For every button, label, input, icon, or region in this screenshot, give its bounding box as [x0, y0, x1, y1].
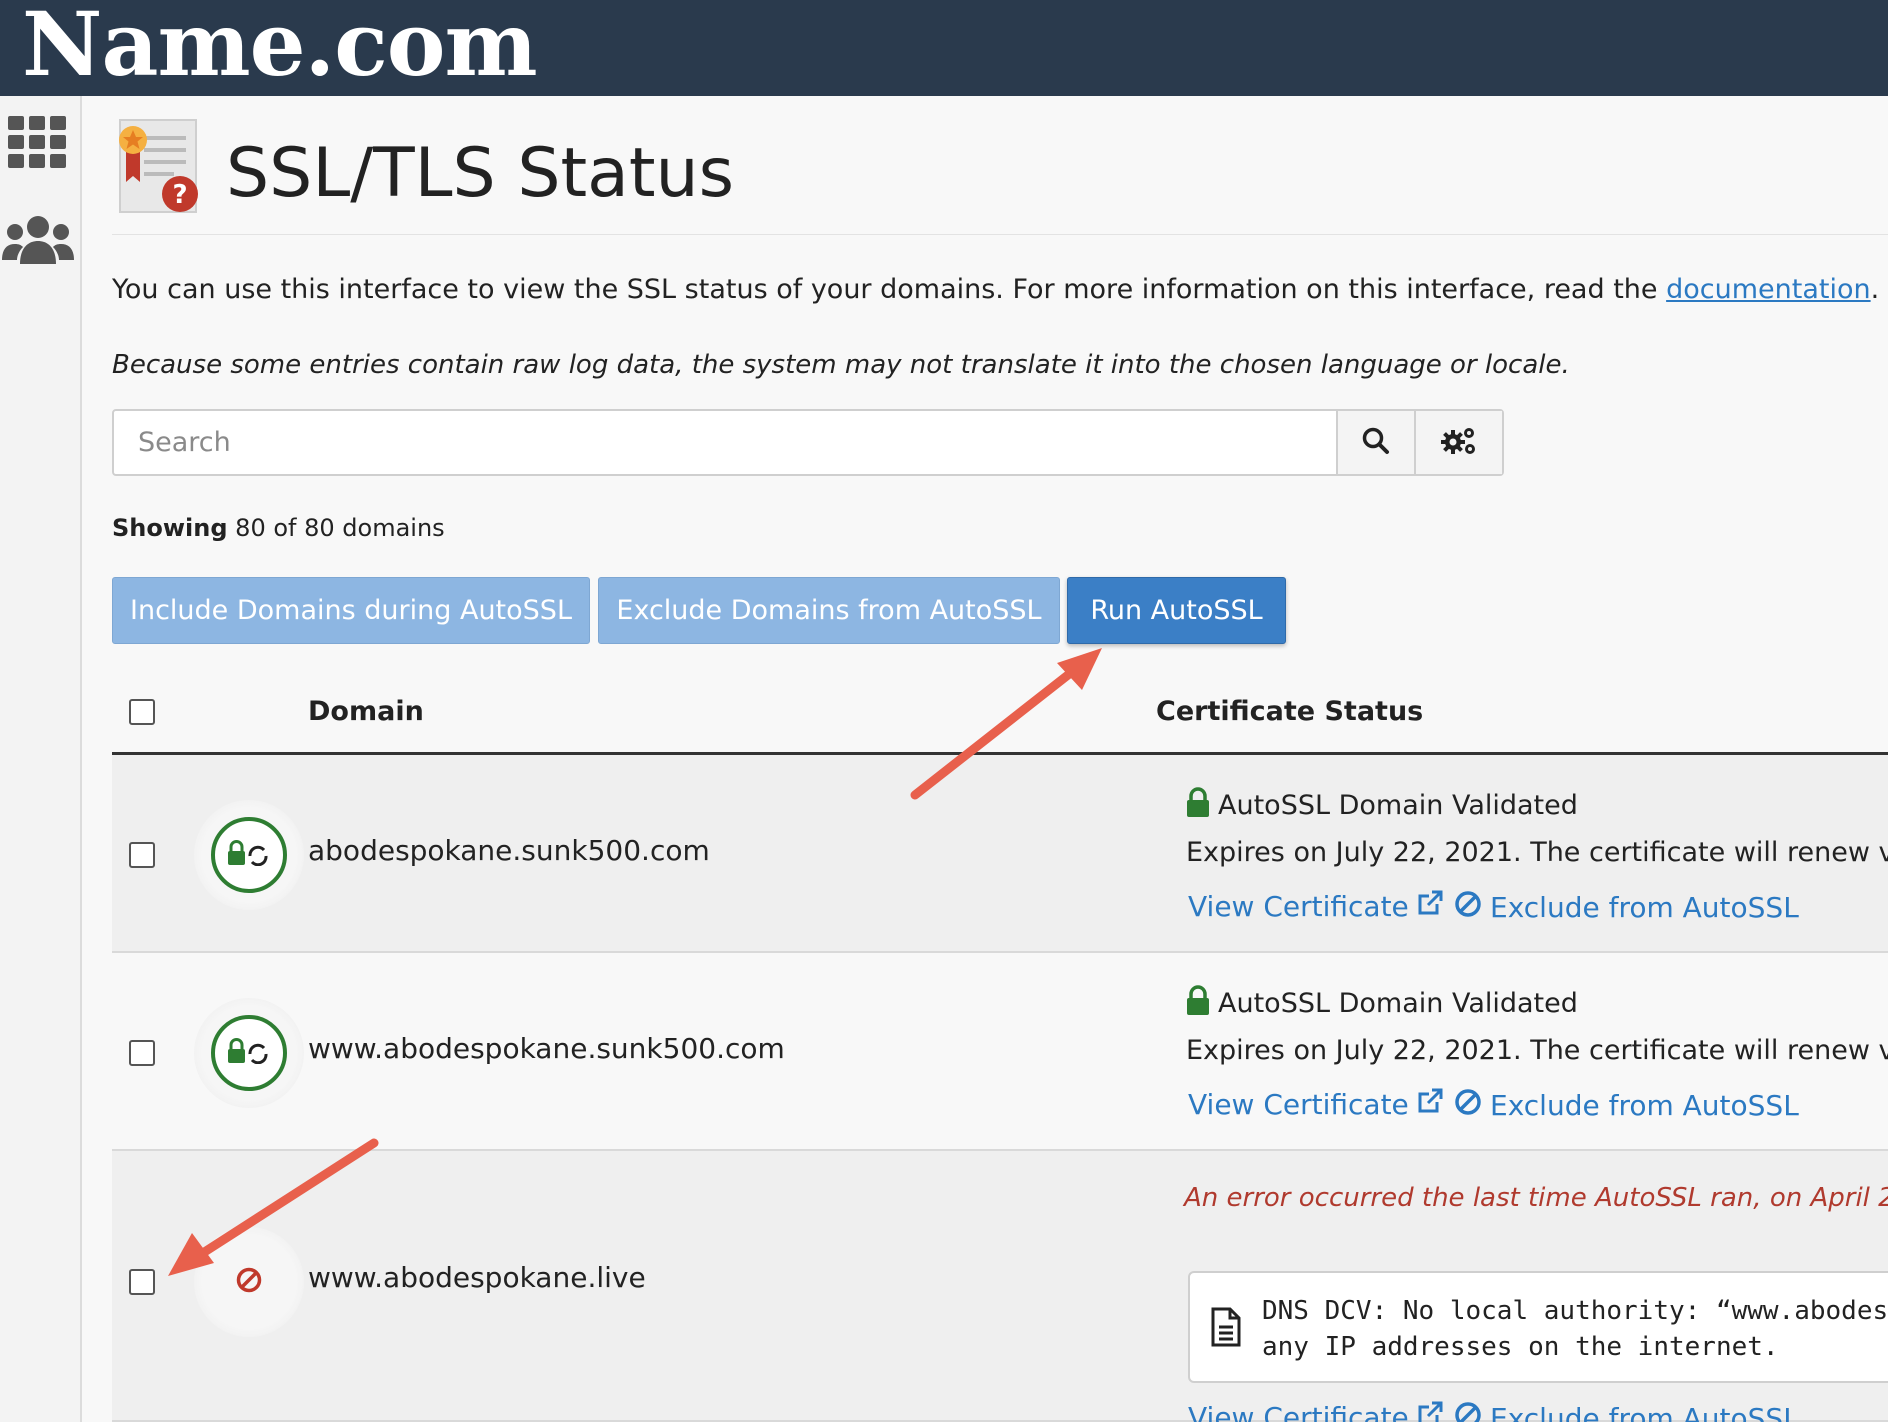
lock-renew-icon	[226, 1038, 272, 1068]
table-row: abodespokane.sunk500.com AutoSSL Domain …	[112, 755, 1888, 953]
svg-text:?: ?	[172, 180, 187, 210]
row-checkbox[interactable]	[129, 842, 155, 868]
intro-text: You can use this interface to view the S…	[112, 274, 1879, 305]
exclude-from-autossl-label: Exclude from AutoSSL	[1490, 1089, 1799, 1122]
autossl-error-message: An error occurred the last time AutoSSL …	[1184, 1183, 1888, 1213]
certificate-expiry: Expires on July 22, 2021. The certificat…	[1186, 1035, 1888, 1066]
brand-logo[interactable]: Name.com	[22, 0, 538, 96]
exclude-from-autossl-label: Exclude from AutoSSL	[1490, 891, 1799, 924]
main-content: ? SSL/TLS Status You can use this interf…	[82, 96, 1888, 1422]
view-certificate-link[interactable]: View Certificate	[1188, 890, 1443, 923]
domain-column-header[interactable]: Domain	[308, 696, 424, 727]
certificate-status-text: AutoSSL Domain Validated	[1218, 988, 1578, 1019]
domain-name: abodespokane.sunk500.com	[308, 834, 710, 867]
certificate-icon: ?	[118, 118, 202, 214]
certificate-status-title: AutoSSL Domain Validated	[1186, 787, 1578, 824]
include-domains-button[interactable]: Include Domains during AutoSSL	[112, 577, 590, 644]
results-count-text: 80 of 80 domains	[235, 514, 445, 542]
domain-name: www.abodespokane.live	[308, 1261, 646, 1294]
run-autossl-button[interactable]: Run AutoSSL	[1067, 577, 1286, 644]
certificate-status-column-header[interactable]: Certificate Status	[1156, 696, 1423, 727]
search-icon	[1362, 427, 1390, 459]
external-link-icon	[1417, 1401, 1443, 1422]
exclude-from-autossl-link[interactable]: Exclude from AutoSSL	[1454, 1401, 1799, 1422]
document-icon	[1210, 1307, 1242, 1351]
view-certificate-label: View Certificate	[1188, 1088, 1409, 1121]
sidebar	[0, 96, 82, 1422]
view-certificate-label: View Certificate	[1188, 890, 1409, 923]
status-indicator	[194, 998, 304, 1108]
exclude-domains-button[interactable]: Exclude Domains from AutoSSL	[598, 577, 1060, 644]
search-input[interactable]	[114, 411, 1336, 474]
title-divider	[112, 234, 1888, 235]
locale-note: Because some entries contain raw log dat…	[112, 350, 1570, 380]
certificate-expiry: Expires on July 22, 2021. The certificat…	[1186, 837, 1888, 868]
results-count-label: Showing	[112, 514, 228, 542]
settings-icon	[1441, 426, 1477, 460]
ban-icon	[1454, 1401, 1482, 1422]
lock-icon	[1186, 787, 1210, 824]
status-indicator	[194, 800, 304, 910]
search-button[interactable]	[1336, 411, 1414, 474]
documentation-link[interactable]: documentation	[1666, 274, 1871, 305]
exclude-from-autossl-link[interactable]: Exclude from AutoSSL	[1454, 1088, 1799, 1123]
error-detail-box: DNS DCV: No local authority: “www.abodes…	[1188, 1271, 1888, 1383]
row-checkbox[interactable]	[129, 1040, 155, 1066]
error-detail-text: DNS DCV: No local authority: “www.abodes…	[1262, 1296, 1888, 1362]
table-row: www.abodespokane.live An error occurred …	[112, 1151, 1888, 1422]
ban-icon	[235, 1266, 263, 1298]
search-bar	[112, 409, 1504, 476]
status-indicator	[194, 1227, 304, 1337]
lock-icon	[1186, 985, 1210, 1022]
domain-name: www.abodespokane.sunk500.com	[308, 1032, 785, 1065]
certificate-status-text: AutoSSL Domain Validated	[1218, 790, 1578, 821]
top-bar: Name.com	[0, 0, 1888, 96]
view-certificate-label: View Certificate	[1188, 1401, 1409, 1422]
external-link-icon	[1417, 890, 1443, 923]
users-icon[interactable]	[2, 214, 74, 270]
view-certificate-link[interactable]: View Certificate	[1188, 1088, 1443, 1121]
lock-renew-icon	[226, 840, 272, 870]
apps-grid-icon[interactable]	[8, 116, 66, 172]
settings-button[interactable]	[1414, 411, 1502, 474]
certificate-status-title: AutoSSL Domain Validated	[1186, 985, 1578, 1022]
view-certificate-link[interactable]: View Certificate	[1188, 1401, 1443, 1422]
exclude-from-autossl-label: Exclude from AutoSSL	[1490, 1402, 1799, 1422]
exclude-from-autossl-link[interactable]: Exclude from AutoSSL	[1454, 890, 1799, 925]
page-title: SSL/TLS Status	[226, 134, 735, 213]
table-row: www.abodespokane.sunk500.com AutoSSL Dom…	[112, 953, 1888, 1151]
external-link-icon	[1417, 1088, 1443, 1121]
ban-icon	[1454, 1088, 1482, 1123]
intro-sentence: You can use this interface to view the S…	[112, 274, 1667, 305]
row-checkbox[interactable]	[129, 1269, 155, 1295]
intro-period: .	[1870, 274, 1880, 305]
select-all-checkbox[interactable]	[129, 699, 155, 725]
ban-icon	[1454, 890, 1482, 925]
results-count: Showing 80 of 80 domains	[112, 514, 445, 542]
